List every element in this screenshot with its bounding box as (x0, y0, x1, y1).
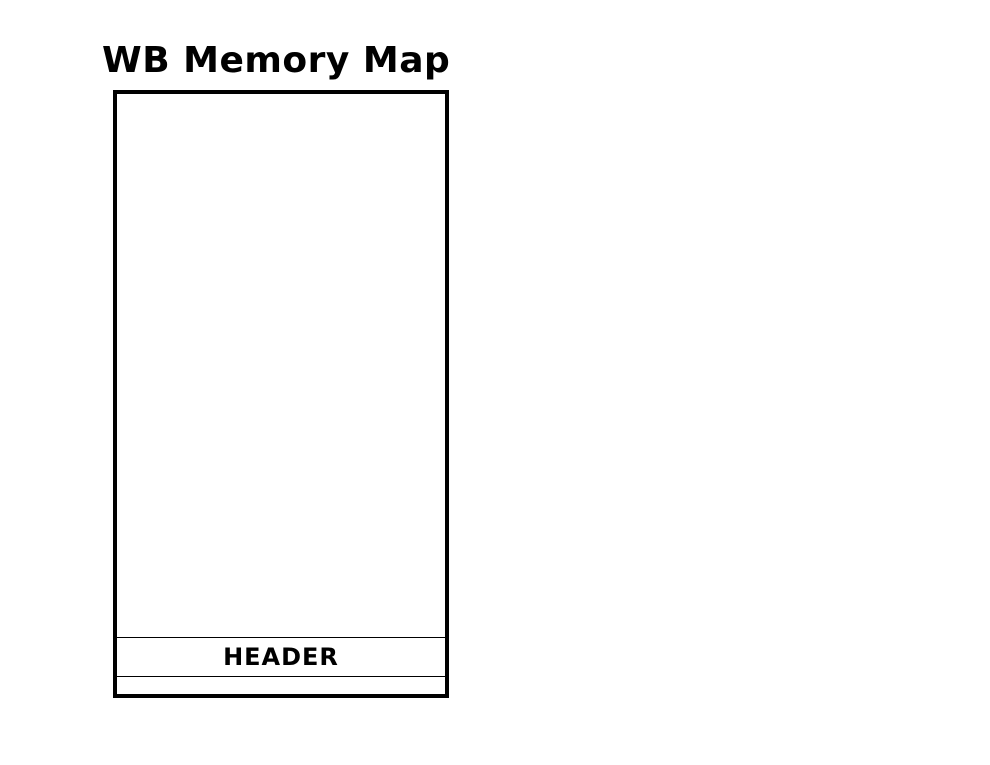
memory-region-header: HEADER (117, 637, 445, 677)
memory-map-frame: HEADER (113, 90, 449, 698)
memory-region-header-label: HEADER (223, 643, 339, 671)
diagram-title: WB Memory Map (102, 40, 451, 81)
memory-region-bottom (117, 677, 445, 694)
memory-region-free (117, 94, 445, 637)
